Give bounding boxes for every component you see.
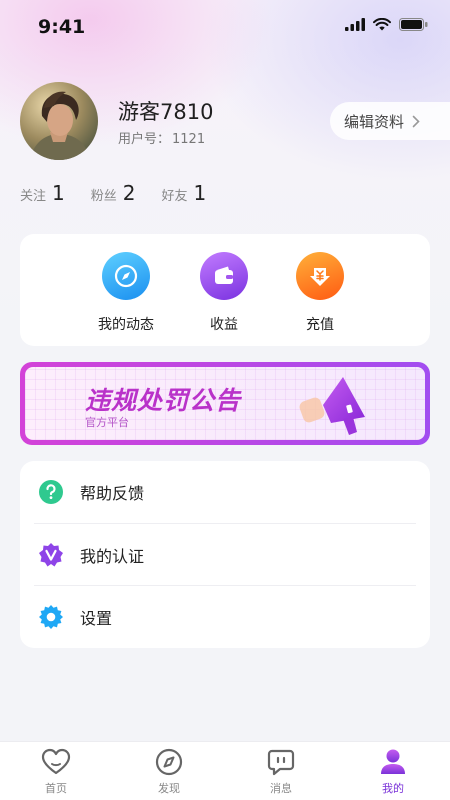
stat-value: 2 [122, 181, 136, 205]
stat-value: 1 [52, 181, 65, 205]
banner-title: 违规处罚公告 [85, 386, 242, 415]
user-id-value: 1121 [172, 132, 206, 147]
tab-label: 发现 [158, 782, 180, 795]
tab-label: 首页 [45, 782, 67, 795]
username: 游客7810 [118, 100, 214, 124]
stat-label: 粉丝 [90, 189, 117, 204]
banner-inner: 违规处罚公告 官方平台 [25, 367, 425, 440]
my-posts-button[interactable]: 我的动态 [86, 252, 166, 334]
compass-icon [155, 748, 183, 776]
stat-value: 1 [193, 181, 207, 205]
earnings-button[interactable]: 收益 [184, 252, 264, 334]
status-time: 9:41 [38, 16, 86, 38]
edit-profile-label: 编辑资料 [344, 112, 405, 131]
avatar-image [20, 82, 98, 160]
wifi-icon [373, 18, 391, 31]
verified-badge-icon [38, 542, 64, 568]
menu-item-help-feedback[interactable]: 帮助反馈 [20, 461, 430, 523]
violation-notice-banner[interactable]: 违规处罚公告 官方平台 [20, 362, 430, 445]
gear-icon [38, 604, 64, 630]
signal-icon [345, 18, 365, 31]
user-id: 用户号： 1121 [118, 128, 205, 147]
menu-item-settings[interactable]: 设置 [20, 586, 430, 648]
megaphone-icon [299, 377, 365, 435]
menu-item-verification[interactable]: 我的认证 [20, 524, 430, 586]
help-icon [38, 479, 64, 505]
quick-actions-card: 我的动态 收益 充值 [20, 234, 430, 346]
banner-subtitle: 官方平台 [85, 416, 129, 429]
menu-item-label: 帮助反馈 [80, 484, 145, 503]
profile-header: 游客7810 用户号： 1121 编辑资料 [20, 82, 450, 162]
menu-list-card: 帮助反馈 我的认证 设置 [20, 461, 430, 648]
stat-label: 关注 [20, 189, 47, 204]
stat-label: 好友 [161, 189, 188, 204]
tab-label: 消息 [270, 782, 292, 795]
recharge-label: 充值 [306, 317, 334, 333]
yuan-download-icon [296, 252, 344, 300]
user-icon [381, 749, 405, 774]
my-posts-label: 我的动态 [98, 317, 154, 333]
heart-icon [41, 748, 71, 775]
battery-icon [399, 18, 428, 31]
chevron-right-icon [412, 115, 420, 127]
compass-icon [102, 252, 150, 300]
recharge-button[interactable]: 充值 [280, 252, 360, 334]
avatar[interactable] [20, 82, 98, 160]
tab-discover[interactable]: 发现 [139, 748, 199, 796]
stat-fans[interactable]: 粉丝 2 [91, 181, 136, 205]
wallet-icon [200, 252, 248, 300]
tab-home[interactable]: 首页 [26, 748, 86, 796]
stat-friends[interactable]: 好友 1 [162, 181, 207, 205]
status-bar: 9:41 [0, 0, 450, 54]
chat-icon [267, 749, 295, 776]
menu-item-label: 设置 [80, 609, 113, 628]
edit-profile-button[interactable]: 编辑资料 [330, 102, 450, 140]
tab-messages[interactable]: 消息 [251, 748, 311, 796]
stats-row: 关注 1 粉丝 2 好友 1 [20, 181, 232, 205]
tab-me[interactable]: 我的 [363, 748, 423, 796]
earnings-label: 收益 [210, 317, 238, 333]
stat-following[interactable]: 关注 1 [20, 181, 65, 205]
user-id-label: 用户号： [118, 132, 171, 147]
status-icons [345, 18, 428, 31]
tab-label: 我的 [382, 782, 404, 795]
menu-item-label: 我的认证 [80, 547, 145, 566]
bottom-tab-bar: 首页 发现 消息 我的 [0, 741, 450, 800]
